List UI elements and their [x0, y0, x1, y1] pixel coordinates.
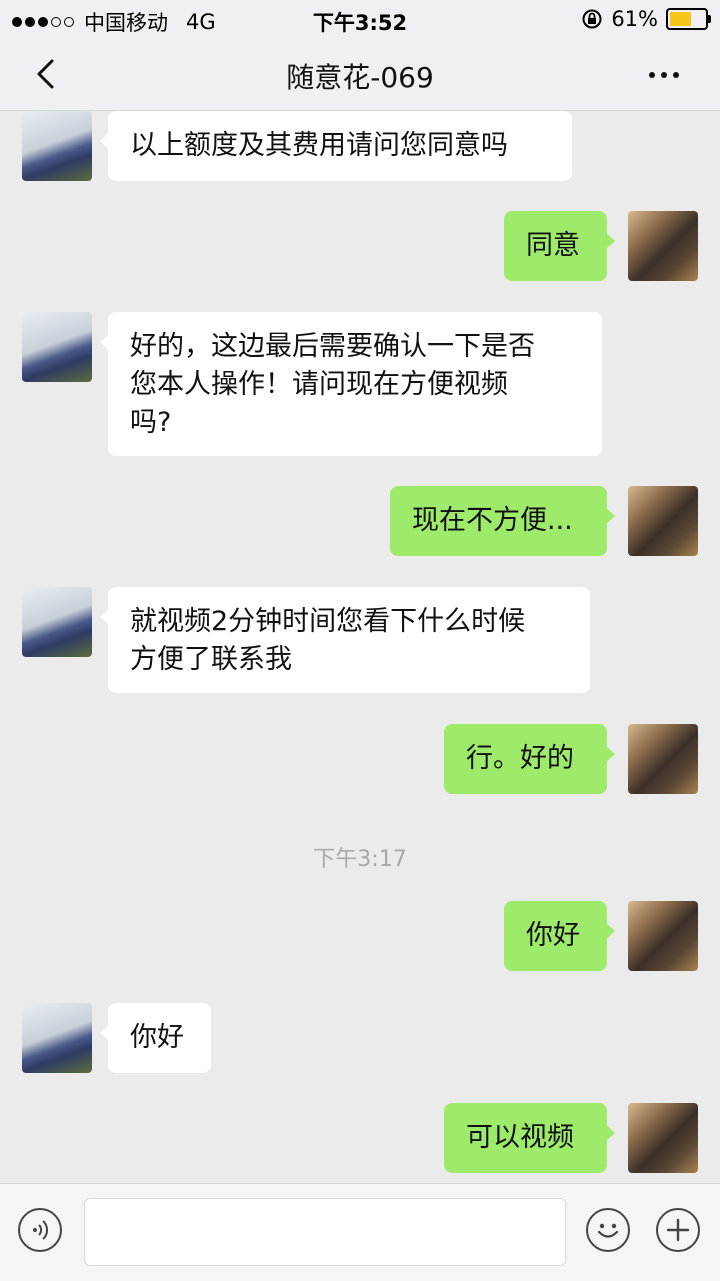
message-text: 现在不方便...	[412, 505, 573, 536]
contact-avatar[interactable]	[22, 587, 92, 657]
rotation-lock-icon	[582, 9, 602, 29]
chat-header: 随意花-069	[0, 38, 720, 111]
message-text-line: 您本人操作！请问现在方便视频	[130, 369, 508, 400]
user-avatar[interactable]	[628, 211, 698, 281]
chat-title: 随意花-069	[286, 61, 434, 94]
battery-icon	[666, 8, 711, 30]
plus-icon	[666, 1218, 690, 1242]
message-text-line: 好的，这边最后需要确认一下是否	[130, 331, 535, 362]
message-text: 可以视频	[466, 1122, 574, 1153]
message-bubble-sent[interactable]: 现在不方便...	[390, 486, 615, 556]
message-bubble-received[interactable]: 以上额度及其费用请问您同意吗	[100, 111, 572, 181]
contact-avatar[interactable]	[22, 312, 92, 382]
user-avatar[interactable]	[628, 1103, 698, 1173]
voice-icon	[33, 1220, 49, 1240]
message-bubble-sent[interactable]: 你好	[504, 901, 615, 971]
message-text: 你好	[130, 1022, 184, 1053]
message-text: 以上额度及其费用请问您同意吗	[130, 130, 508, 161]
message-bubble-sent[interactable]: 行。好的	[444, 724, 615, 794]
message-text-line: 方便了联系我	[130, 644, 292, 675]
user-avatar[interactable]	[628, 486, 698, 556]
contact-avatar[interactable]	[22, 1003, 92, 1073]
more-button[interactable]	[644, 60, 684, 90]
user-avatar[interactable]	[628, 724, 698, 794]
message-input[interactable]	[84, 1198, 566, 1266]
status-right: 61%	[581, 7, 711, 31]
input-bar	[0, 1183, 720, 1281]
emoji-icon	[597, 1223, 619, 1238]
message-text-line: 吗?	[130, 407, 172, 438]
status-bar: 中国移动 4G 下午3:52 61%	[0, 0, 720, 38]
voice-button[interactable]	[18, 1208, 62, 1252]
message-bubble-received[interactable]: 就视频2分钟时间您看下什么时候 方便了联系我	[100, 587, 590, 693]
contact-avatar[interactable]	[22, 111, 92, 181]
message-bubble-sent[interactable]: 可以视频	[444, 1103, 615, 1173]
message-text: 同意	[526, 230, 580, 261]
battery-percent: 61%	[611, 7, 658, 31]
message-text: 行。好的	[466, 743, 574, 774]
message-text-line: 就视频2分钟时间您看下什么时候	[130, 606, 526, 637]
user-avatar[interactable]	[628, 901, 698, 971]
more-horizontal-icon	[649, 72, 655, 78]
message-bubble-received[interactable]: 你好	[100, 1003, 211, 1073]
message-bubble-received[interactable]: 好的，这边最后需要确认一下是否 您本人操作！请问现在方便视频 吗?	[100, 312, 602, 456]
emoji-button[interactable]	[586, 1208, 630, 1252]
more-actions-button[interactable]	[656, 1208, 700, 1252]
message-text: 你好	[526, 920, 580, 951]
message-timestamp: 下午3:17	[313, 847, 407, 872]
message-bubble-sent[interactable]: 同意	[504, 211, 615, 281]
message-list[interactable]: 以上额度及其费用请问您同意吗 同意 好的，这边最后需要确认一下是否 您本人操作！…	[0, 111, 720, 1183]
